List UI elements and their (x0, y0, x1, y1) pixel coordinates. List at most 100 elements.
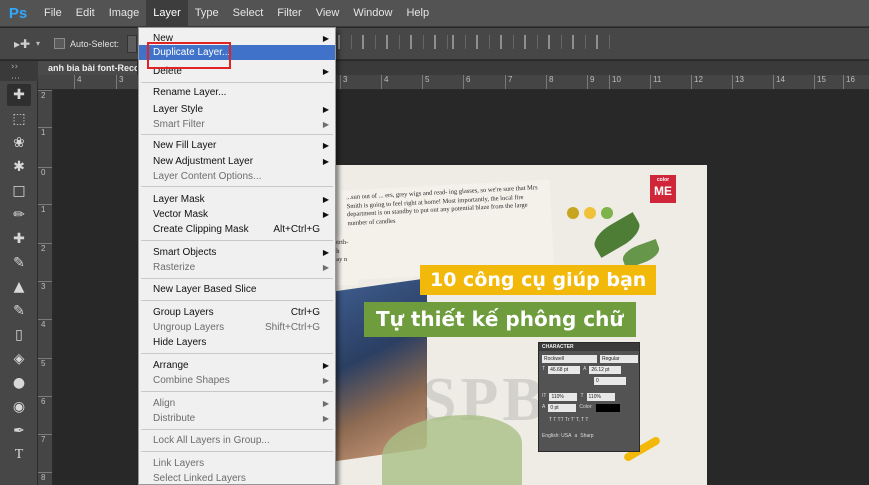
align-icon[interactable] (434, 35, 448, 49)
menu-item-new-adjustment-layer[interactable]: New Adjustment Layer ▶ (139, 154, 335, 169)
menu-item-vector-mask[interactable]: Vector Mask ▶ (139, 207, 335, 222)
auto-select-checkbox[interactable] (54, 38, 65, 49)
distribute-icon[interactable] (476, 35, 490, 49)
move-tool-icon[interactable]: ▸✚ (14, 35, 36, 53)
baseline-icon: A (542, 404, 546, 410)
menu-item-label: Link Layers (153, 458, 205, 469)
eraser-icon[interactable]: ▯ (7, 324, 31, 346)
submenu-arrow-icon: ▶ (322, 263, 329, 272)
history-brush-icon[interactable]: ✎ (7, 300, 31, 322)
menu-item-create-clipping-mask[interactable]: Create Clipping Mask Alt+Ctrl+G (139, 222, 335, 237)
submenu-arrow-icon: ▶ (322, 67, 329, 76)
marquee-tool-icon[interactable]: ⬚ (7, 108, 31, 130)
brand-logo: color ME (650, 175, 676, 203)
eyedropper-icon[interactable]: ✏ (7, 204, 31, 226)
menu-item-rename-layer[interactable]: Rename Layer... (139, 85, 335, 100)
submenu-arrow-icon: ▶ (322, 195, 329, 204)
ruler-tick: 2 (38, 243, 52, 253)
ruler-tick: 3 (116, 75, 123, 89)
menu-select[interactable]: Select (226, 0, 271, 27)
lasso-tool-icon[interactable]: ❀ (7, 132, 31, 154)
menu-filter[interactable]: Filter (270, 0, 308, 27)
ruler-tick: 5 (38, 358, 52, 368)
menu-item-label: Vector Mask (153, 209, 209, 220)
menu-item-label: Ungroup Layers (153, 322, 225, 333)
ruler-tick: 10 (609, 75, 621, 89)
menu-item-arrange[interactable]: Arrange ▶ (139, 358, 335, 373)
antialias-field: Sharp (580, 433, 594, 439)
align-icon[interactable] (338, 35, 352, 49)
chevron-down-icon[interactable]: ▾ (36, 39, 46, 48)
menu-separator (141, 300, 333, 301)
distribute-icon[interactable] (572, 35, 586, 49)
move-tool-icon[interactable]: ✚ (7, 84, 31, 106)
brand-logo-text: ME (654, 184, 672, 198)
auto-select-dropdown[interactable] (127, 34, 138, 53)
layer-dropdown-menu: New ▶ Duplicate Layer... Delete ▶ Rename L… (138, 27, 336, 485)
menu-item-label: Rename Layer... (153, 87, 227, 98)
pen-tool-icon[interactable]: ✒ (7, 420, 31, 442)
menu-separator (141, 240, 333, 241)
ruler-tick: 0 (38, 167, 52, 177)
distribute-buttons (452, 35, 610, 49)
magic-wand-icon[interactable]: ✱ (7, 156, 31, 178)
clone-stamp-icon[interactable]: ▲ (7, 276, 31, 298)
menu-image[interactable]: Image (102, 0, 147, 27)
ruler-tick: 6 (38, 396, 52, 406)
submenu-arrow-icon: ▶ (322, 361, 329, 370)
blur-tool-icon[interactable]: ● (7, 372, 31, 394)
menu-item-label: Arrange (153, 360, 189, 371)
document-artwork[interactable]: ...sun out of ... ers, grey wigs and rea… (322, 165, 707, 485)
menu-item-smart-objects[interactable]: Smart Objects ▶ (139, 245, 335, 260)
menu-item-label: Group Layers (153, 307, 214, 318)
menu-item-group-layers[interactable]: Group Layers Ctrl+G (139, 305, 335, 320)
ruler-tick: 15 (814, 75, 826, 89)
ruler-tick: 4 (38, 319, 52, 329)
menu-edit[interactable]: Edit (69, 0, 102, 27)
submenu-arrow-icon: ▶ (322, 399, 329, 408)
crop-tool-icon[interactable]: □ (7, 180, 31, 202)
collapse-panel-icon[interactable]: ›› ⋯ (0, 61, 38, 84)
tools-panel: ✚ ⬚ ❀ ✱ □ ✏ ✚ ✎ ▲ ✎ ▯ ◈ ● ◉ ✒ T (0, 81, 38, 485)
menu-item-rasterize: Rasterize ▶ (139, 260, 335, 275)
menu-help[interactable]: Help (399, 0, 436, 27)
options-bar: ▸✚ ▾ Auto-Select: (0, 28, 869, 60)
distribute-icon[interactable] (452, 35, 466, 49)
vertical-scale-icon: IT (542, 393, 547, 399)
submenu-arrow-icon: ▶ (322, 414, 329, 423)
distribute-icon[interactable] (500, 35, 514, 49)
menu-item-layer-content-options: Layer Content Options... (139, 169, 335, 184)
character-panel-screenshot: CHARACTER Rockwell Regular T 46.68 pt A … (538, 342, 640, 452)
type-tool-icon[interactable]: T (7, 444, 31, 466)
menu-file[interactable]: File (37, 0, 69, 27)
style-buttons: T T TT Tr T' T, T T (549, 417, 589, 423)
ruler-tick: 11 (650, 75, 661, 89)
brush-tool-icon[interactable]: ✎ (7, 252, 31, 274)
menu-separator (141, 429, 333, 430)
healing-brush-icon[interactable]: ✚ (7, 228, 31, 250)
menu-item-new-layer-based-slice[interactable]: New Layer Based Slice (139, 282, 335, 297)
align-icon[interactable] (386, 35, 400, 49)
auto-align-icon[interactable] (596, 35, 610, 49)
menu-layer[interactable]: Layer (146, 0, 188, 27)
menu-separator (141, 134, 333, 135)
align-icon[interactable] (410, 35, 424, 49)
menu-window[interactable]: Window (346, 0, 399, 27)
submenu-arrow-icon: ▶ (322, 105, 329, 114)
distribute-icon[interactable] (524, 35, 538, 49)
dodge-tool-icon[interactable]: ◉ (7, 396, 31, 418)
menu-item-label: Select Linked Layers (153, 473, 246, 484)
menu-item-layer-mask[interactable]: Layer Mask ▶ (139, 192, 335, 207)
horizontal-scale-field: 110% (586, 393, 615, 401)
paint-bucket-icon[interactable]: ◈ (7, 348, 31, 370)
menu-item-hide-layers[interactable]: Hide Layers (139, 335, 335, 350)
menu-item-layer-style[interactable]: Layer Style ▶ (139, 102, 335, 117)
menu-item-new-fill-layer[interactable]: New Fill Layer ▶ (139, 138, 335, 153)
align-icon[interactable] (362, 35, 376, 49)
brand-logo-small: color (656, 177, 670, 183)
distribute-icon[interactable] (548, 35, 562, 49)
menu-separator (141, 451, 333, 452)
menu-type[interactable]: Type (188, 0, 226, 27)
menu-item-label: Smart Objects (153, 247, 217, 258)
menu-view[interactable]: View (309, 0, 347, 27)
